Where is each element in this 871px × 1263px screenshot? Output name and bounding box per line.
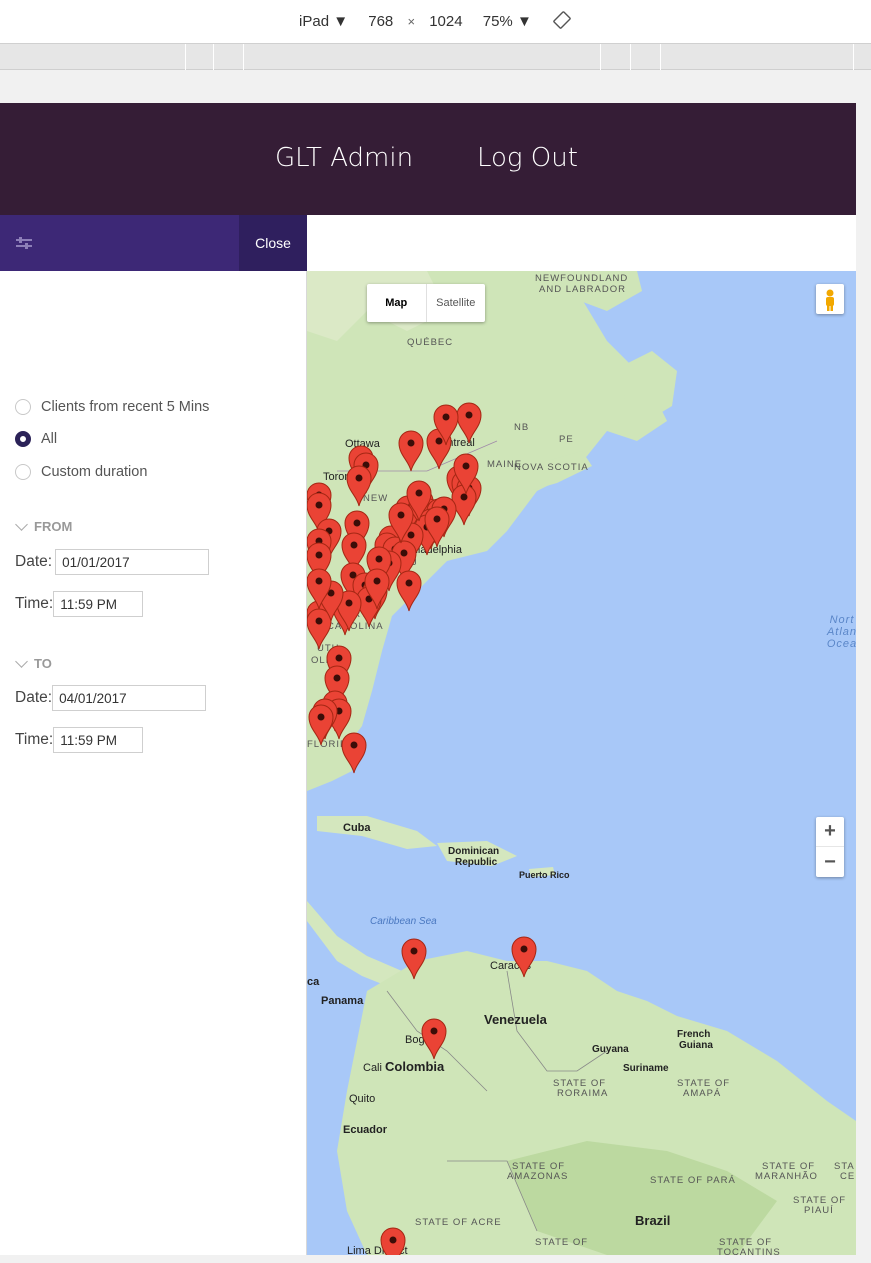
- chevron-down-icon: [15, 654, 28, 668]
- pegman-icon[interactable]: [816, 284, 844, 314]
- to-time-input[interactable]: 11:59 PM: [53, 727, 144, 753]
- radio-option-all[interactable]: All: [15, 428, 57, 450]
- map-label: CAROLINA: [327, 621, 384, 632]
- map-terrain: [307, 271, 856, 1255]
- map-label: Quito: [349, 1093, 376, 1105]
- zoom-control: + −: [816, 817, 844, 877]
- map-label: Puerto Rico: [519, 870, 570, 880]
- radio-button[interactable]: [15, 464, 31, 480]
- map-label: Caracas: [490, 960, 531, 972]
- map-label: RORAIMA: [557, 1088, 609, 1099]
- map-button[interactable]: Map: [367, 284, 427, 322]
- map-label: Venezuela: [484, 1012, 547, 1027]
- map-label: STATE OF ACRE: [415, 1217, 502, 1228]
- map-label: ca: [307, 976, 320, 988]
- device-toolbar: iPad ▼ 768 × 1024 75% ▼: [0, 0, 871, 44]
- from-time-row: Time: 11:59 PM: [15, 591, 144, 617]
- map-label: NEW: [363, 493, 389, 504]
- sliders-icon[interactable]: [14, 233, 34, 253]
- zoom-out-button[interactable]: −: [816, 847, 844, 877]
- media-query-ruler: [0, 44, 871, 70]
- radio-button-selected[interactable]: [15, 431, 31, 447]
- to-section-toggle[interactable]: TO: [15, 654, 52, 671]
- map-label: Nort Atlan Ocea: [826, 614, 856, 650]
- map-label: AND LABRADOR: [539, 284, 626, 295]
- device-viewport: GLT Admin Log Out Map Satellite + − NEWF…: [0, 103, 856, 1255]
- map-label: NJ: [404, 557, 418, 568]
- map-label: Guyana: [592, 1044, 629, 1055]
- map-label: AMAZONAS: [507, 1171, 569, 1182]
- map-label: Toronto: [323, 471, 360, 483]
- map-label: STATE OF: [535, 1237, 589, 1248]
- map-label: NORTH: [337, 609, 376, 620]
- map-label: FLORIDA: [307, 739, 356, 750]
- admin-link[interactable]: GLT Admin: [275, 143, 413, 173]
- map-label: UTH: [317, 643, 340, 654]
- map-label: Brazil: [635, 1213, 671, 1228]
- top-navbar: GLT Admin Log Out: [0, 103, 856, 215]
- to-time-row: Time: 11:59 PM: [15, 727, 144, 753]
- map-type-control: Map Satellite: [367, 284, 485, 322]
- map-label: QUÉBEC: [407, 337, 454, 348]
- map-label: OLINA: [311, 655, 345, 666]
- map-label: Cali: [363, 1062, 382, 1074]
- zoom-in-button[interactable]: +: [816, 817, 844, 847]
- chevron-down-icon: [15, 517, 28, 531]
- height-input[interactable]: 1024: [429, 13, 462, 30]
- map-label: Guiana: [679, 1040, 713, 1051]
- map-label: Republic: [455, 857, 498, 868]
- zoom-select[interactable]: 75% ▼: [483, 13, 532, 30]
- map-label: French: [677, 1029, 711, 1040]
- filter-panel: Close Clients from recent 5 Mins All Cus…: [0, 215, 307, 1255]
- map-label: Cuba: [343, 822, 371, 834]
- map-label: Philadelphia: [402, 544, 462, 556]
- rotate-icon[interactable]: [552, 11, 572, 30]
- map-label: TOCANTINS: [717, 1247, 781, 1255]
- map-label: Suriname: [623, 1063, 669, 1074]
- satellite-button[interactable]: Satellite: [427, 284, 486, 322]
- map-label: PIAUÍ: [804, 1205, 834, 1216]
- map-label: Dominican: [448, 846, 500, 857]
- from-section-toggle[interactable]: FROM: [15, 517, 72, 534]
- map-label: Panama: [321, 995, 364, 1007]
- map-label: Ottawa: [345, 438, 380, 450]
- map-label: AMAPÁ: [683, 1088, 722, 1099]
- radio-option-custom[interactable]: Custom duration: [15, 461, 147, 483]
- logout-link[interactable]: Log Out: [477, 143, 578, 173]
- device-select[interactable]: iPad ▼: [299, 13, 348, 30]
- map-label: Bogotá: [405, 1034, 440, 1046]
- bottom-strip: [0, 1255, 871, 1263]
- map-canvas[interactable]: Map Satellite + − NEWFOUNDLAND AND LABRA…: [307, 271, 856, 1255]
- close-button[interactable]: Close: [239, 215, 307, 271]
- map-label: Colombia: [385, 1059, 445, 1074]
- to-date-row: Date: 04/01/2017: [15, 685, 207, 711]
- map-label: MARANHÃO: [755, 1171, 818, 1182]
- dimension-separator: ×: [407, 14, 416, 29]
- width-input[interactable]: 768: [368, 13, 393, 30]
- map-label: VIR: [309, 574, 328, 585]
- map-label: NEWFOUNDLAND: [535, 273, 629, 284]
- map-label: CTRI: [419, 516, 446, 527]
- from-date-input[interactable]: 01/01/2017: [55, 549, 210, 575]
- to-date-input[interactable]: 04/01/2017: [52, 685, 207, 711]
- map-label: IA: [352, 591, 363, 602]
- panel-header: Close: [0, 215, 307, 271]
- map-label: Caribbean Sea: [370, 916, 437, 927]
- map-label: Ecuador: [343, 1124, 388, 1136]
- map-label: STATE OF PARÁ: [650, 1175, 736, 1186]
- map-label: Lima District: [347, 1245, 408, 1255]
- map-label: NB: [514, 422, 530, 433]
- map-label: PE: [559, 434, 574, 445]
- radio-button[interactable]: [15, 399, 31, 415]
- radio-option-recent[interactable]: Clients from recent 5 Mins: [15, 396, 209, 418]
- map-label: Montreal: [432, 437, 475, 449]
- from-time-input[interactable]: 11:59 PM: [53, 591, 144, 617]
- from-date-row: Date: 01/01/2017: [15, 549, 210, 575]
- map-label: NOVA SCOTIA: [514, 462, 589, 473]
- map-label: CE: [840, 1171, 856, 1182]
